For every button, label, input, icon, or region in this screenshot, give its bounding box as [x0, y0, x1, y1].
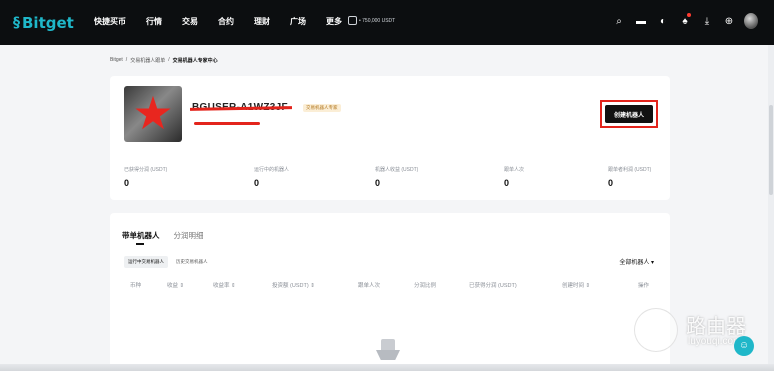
stat-value: 0 [504, 178, 510, 188]
breadcrumb-home[interactable]: Bitget [110, 57, 123, 64]
top-nav: § Bitget 快捷买币 行情 交易 合约 理财 广场 更多 • 750,00… [0, 0, 774, 45]
tab-underline [136, 243, 144, 245]
stat-label: 已获得分润 (USDT) [124, 167, 168, 173]
chat-support-icon[interactable]: ☺ [734, 336, 754, 356]
tab-profit-share-details[interactable]: 分润明细 [174, 230, 204, 241]
nav-item-futures[interactable]: 合约 [218, 15, 234, 29]
breadcrumb: Bitget / 交易机器人跟单 / 交易机器人专家中心 [110, 57, 218, 64]
profile-card: ★ BGUSER-A1WZ3JF 交易机器人专家 创建机器人 已获得分润 (US… [110, 76, 670, 200]
nav-menu: 快捷买币 行情 交易 合约 理财 广场 更多 [94, 15, 362, 29]
stat-value: 0 [375, 178, 381, 188]
stat-value: 0 [124, 178, 130, 188]
stat-value: 0 [254, 178, 260, 188]
col-profit-share-ratio: 分润比例 [414, 283, 437, 289]
bitget-logo-icon: § [13, 15, 20, 31]
robots-list-card: 带单机器人 分润明细 运行中交易机器人 历史交易机器人 全部机器人 ▾ 币种 收… [110, 213, 670, 371]
orders-icon[interactable]: ◐ [656, 13, 670, 29]
nav-icons: ⌕ ▬ ◐ ♠ ⤓ ⊕ [604, 13, 758, 29]
profile-avatar: ★ [124, 86, 182, 142]
logo-text: Bitget [22, 14, 74, 32]
col-created-time[interactable]: 创建时间 ⇕ [562, 281, 590, 289]
bell-icon[interactable]: ♠ [678, 13, 692, 29]
col-earnings-rate[interactable]: 收益率 ⇕ [213, 281, 236, 289]
col-earnings[interactable]: 收益 ⇕ [167, 281, 184, 289]
router-logo-icon [634, 308, 678, 352]
create-robot-button[interactable]: 创建机器人 [605, 105, 653, 123]
breadcrumb-current: 交易机器人专家中心 [172, 58, 218, 64]
empty-tray-shape [376, 350, 400, 360]
bottom-edge [0, 364, 774, 371]
nav-item-square[interactable]: 广场 [290, 15, 306, 29]
username: BGUSER-A1WZ3JF [189, 102, 293, 113]
stat-label: 机器人收益 (USDT) [375, 167, 419, 173]
stat-follower-profit: 跟单者利润 (USDT) 0 [608, 166, 651, 188]
nav-item-markets[interactable]: 行情 [146, 15, 162, 29]
tab-lead-robots[interactable]: 带单机器人 [122, 230, 160, 245]
watermark-title: 路由器 [686, 314, 746, 338]
nav-item-earn[interactable]: 理财 [254, 15, 270, 29]
bitget-logo[interactable]: § Bitget [13, 13, 74, 33]
highlight-box: 创建机器人 [600, 100, 658, 128]
promo-text: • 750,000 USDT [359, 17, 396, 24]
stat-value: 0 [608, 178, 614, 188]
stat-running-robots: 运行中的机器人 0 [254, 166, 289, 188]
stat-robot-earnings: 机器人收益 (USDT) 0 [375, 166, 418, 188]
col-actions: 操作 [638, 283, 650, 289]
col-coin: 币种 [130, 283, 142, 289]
promo-banner[interactable]: • 750,000 USDT [348, 16, 395, 25]
user-avatar[interactable] [744, 13, 758, 29]
nav-item-trade[interactable]: 交易 [182, 15, 198, 29]
scroll-thumb[interactable] [769, 105, 773, 195]
redacted-subline [194, 122, 260, 125]
notification-dot [687, 13, 691, 17]
breadcrumb-copy-trading[interactable]: 交易机器人跟单 [130, 57, 165, 64]
subtab-history[interactable]: 历史交易机器人 [172, 256, 212, 268]
stat-label: 跟单者利润 (USDT) [608, 167, 652, 173]
empty-state-icon [376, 339, 400, 361]
list-tabs: 带单机器人 分润明细 [122, 230, 204, 245]
gift-icon [348, 16, 357, 25]
watermark: 路由器 luyouqi.com ☺ [628, 304, 774, 362]
list-subtabs: 运行中交易机器人 历史交易机器人 [124, 256, 212, 268]
download-icon[interactable]: ⤓ [700, 13, 714, 29]
table-header: 币种 收益 ⇕ 收益率 ⇕ 投资额 (USDT) ⇕ 跟单人次 分润比例 已获得… [110, 281, 670, 291]
breadcrumb-separator: / [125, 57, 128, 63]
nav-item-quick-buy[interactable]: 快捷买币 [94, 15, 126, 29]
breadcrumb-separator: / [168, 57, 170, 63]
avatar-image [744, 13, 758, 29]
stat-total-profit-share: 已获得分润 (USDT) 0 [124, 166, 167, 188]
col-copy-count: 跟单人次 [358, 283, 381, 289]
stat-label: 运行中的机器人 [254, 167, 290, 173]
search-icon[interactable]: ⌕ [612, 13, 626, 29]
nav-item-more[interactable]: 更多 [326, 15, 342, 29]
stat-label: 跟单人次 [504, 167, 525, 173]
robot-filter-dropdown[interactable]: 全部机器人 ▾ [619, 257, 654, 266]
globe-icon[interactable]: ⊕ [722, 13, 736, 29]
subtab-running[interactable]: 运行中交易机器人 [124, 256, 168, 268]
col-profit-share-earned: 已获得分润 (USDT) [469, 283, 517, 289]
wallet-icon[interactable]: ▬ [634, 13, 648, 29]
stat-copy-count: 跟单人次 0 [504, 166, 524, 188]
col-investment[interactable]: 投资额 (USDT) ⇕ [272, 281, 315, 289]
redaction-star-icon: ★ [132, 87, 174, 139]
expert-badge: 交易机器人专家 [303, 104, 341, 112]
tab-label: 带单机器人 [122, 231, 160, 240]
